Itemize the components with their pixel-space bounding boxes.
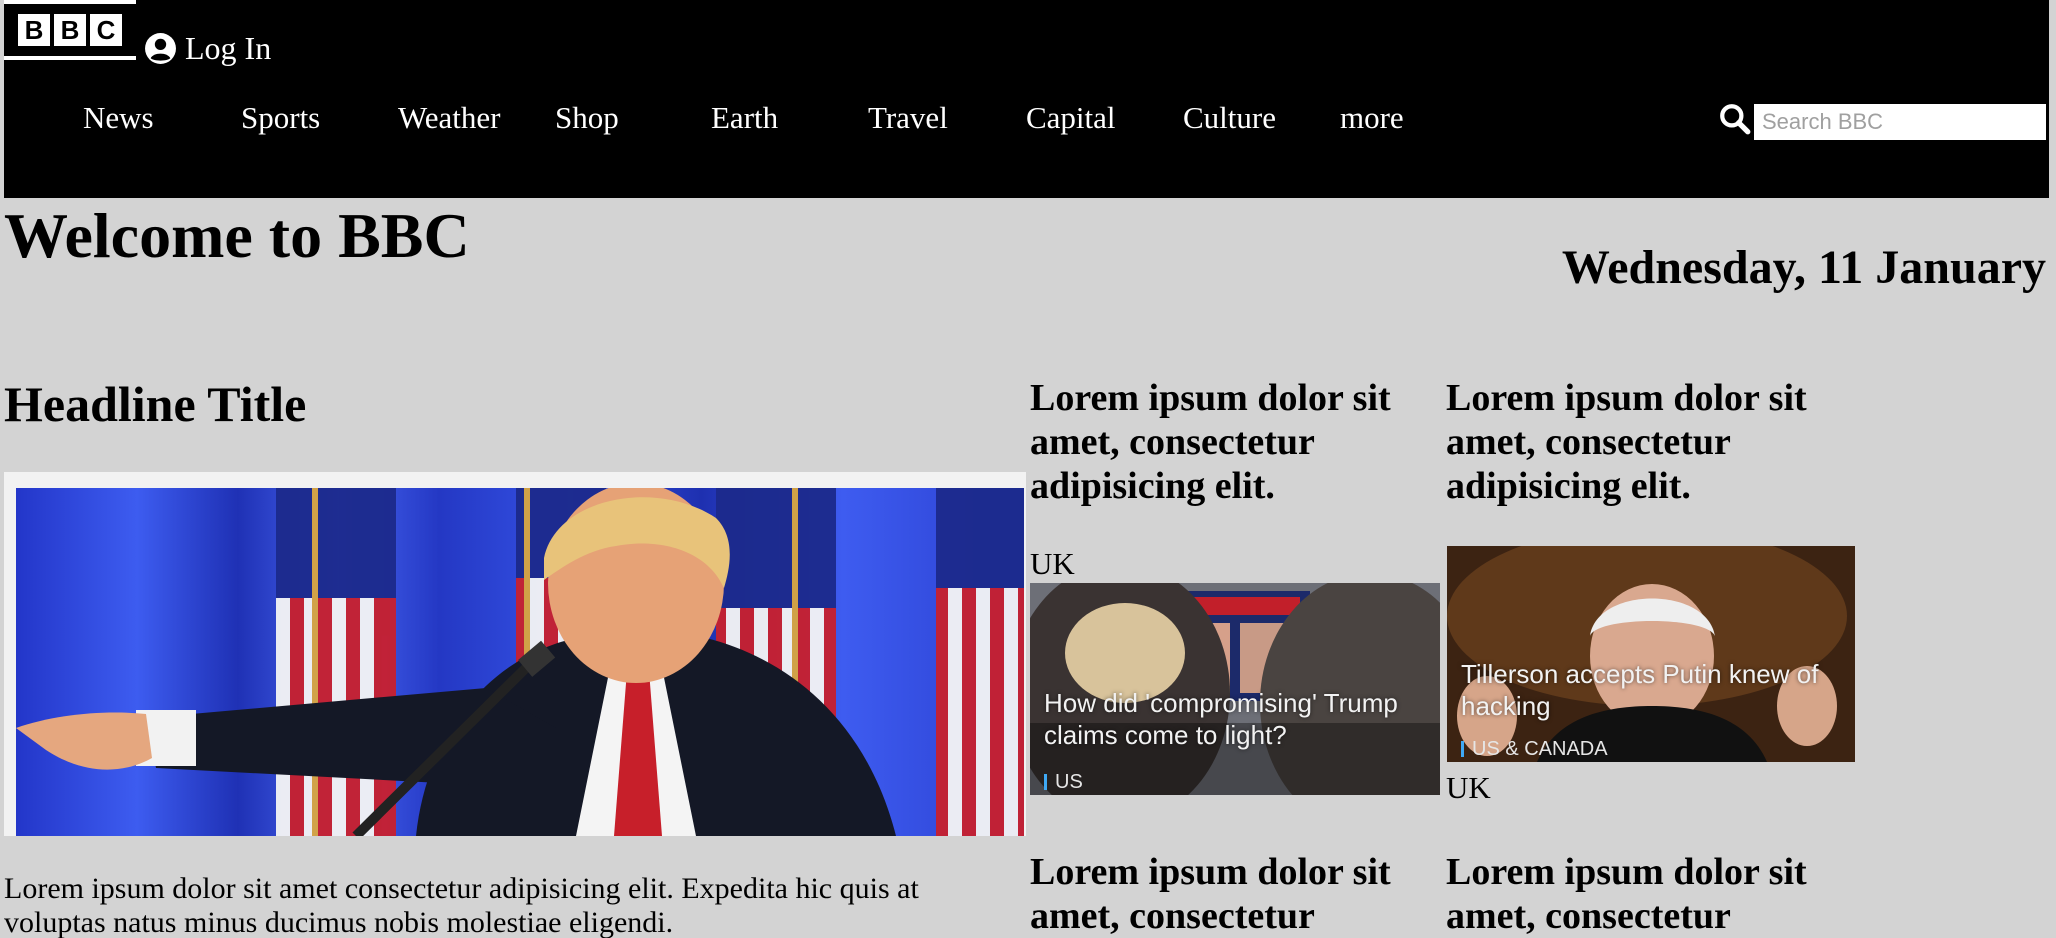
- tag-label: US & CANADA: [1472, 738, 1608, 760]
- story-thumbnail-tag-2: US & CANADA: [1461, 738, 1608, 760]
- speaker-at-podium-image: [16, 488, 1024, 836]
- nav-item-sports[interactable]: Sports: [241, 96, 320, 140]
- nav-item-weather[interactable]: Weather: [398, 96, 501, 140]
- logo-letter-b1: B: [18, 14, 50, 46]
- login-link[interactable]: Log In: [144, 28, 271, 68]
- story-thumbnail-caption-1: How did 'compromising' Trump claims come…: [1044, 688, 1398, 750]
- bbc-logo[interactable]: B B C: [4, 0, 136, 60]
- nav-item-travel[interactable]: Travel: [868, 96, 948, 140]
- story-thumbnail-2[interactable]: Tillerson accepts Putin knew of hacking …: [1447, 546, 1855, 762]
- user-circle-icon: [145, 32, 176, 64]
- login-label: Log In: [185, 29, 272, 66]
- page-title: Welcome to BBC: [4, 200, 470, 271]
- logo-letter-c: C: [90, 14, 122, 46]
- story-thumbnail-tag-1: US: [1044, 771, 1083, 793]
- headline-body: Lorem ipsum dolor sit amet consectetur a…: [4, 872, 919, 938]
- man-at-hearing-image: [1447, 546, 1855, 762]
- story-region-2: UK: [1446, 770, 1491, 805]
- story-region-1: UK: [1030, 546, 1075, 581]
- search-input[interactable]: [1754, 104, 2046, 140]
- page: B B C Log In News Sports Weather Shop Ea…: [0, 0, 2056, 938]
- story-thumbnail-caption-2: Tillerson accepts Putin knew of hacking: [1461, 659, 1819, 721]
- story-title-1[interactable]: Lorem ipsum dolor sit amet, consectetur …: [1030, 376, 1430, 508]
- nav-item-culture[interactable]: Culture: [1183, 96, 1276, 140]
- headline-title[interactable]: Headline Title: [4, 372, 306, 436]
- search-icon[interactable]: [1718, 102, 1752, 136]
- headline-image[interactable]: [4, 472, 1026, 836]
- tag-label: US: [1055, 771, 1083, 793]
- logo-letter-b2: B: [54, 14, 86, 46]
- nav-item-capital[interactable]: Capital: [1026, 96, 1116, 140]
- tag-accent-bar: [1461, 741, 1464, 757]
- nav-item-shop[interactable]: Shop: [555, 96, 619, 140]
- nav-item-news[interactable]: News: [83, 96, 154, 140]
- story-title-2[interactable]: Lorem ipsum dolor sit amet, consectetur …: [1446, 376, 1846, 508]
- current-date: Wednesday, 11 January: [1561, 241, 2046, 294]
- nav-item-more[interactable]: more: [1340, 96, 1404, 140]
- story-title-4[interactable]: Lorem ipsum dolor sit amet, consectetur: [1446, 850, 1846, 938]
- main-nav: News Sports Weather Shop Earth Travel Ca…: [4, 96, 1504, 140]
- tag-accent-bar: [1044, 774, 1047, 790]
- story-title-3[interactable]: Lorem ipsum dolor sit amet, consectetur: [1030, 850, 1430, 938]
- story-thumbnail-1[interactable]: How did 'compromising' Trump claims come…: [1030, 583, 1440, 795]
- site-header: B B C Log In News Sports Weather Shop Ea…: [4, 0, 2049, 198]
- nav-item-earth[interactable]: Earth: [711, 96, 778, 140]
